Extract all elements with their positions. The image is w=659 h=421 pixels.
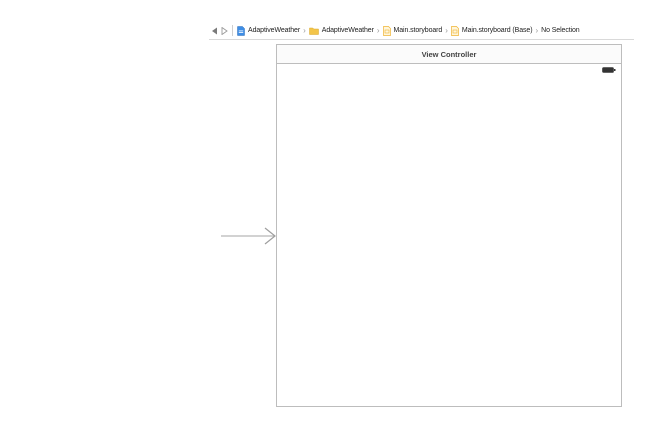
view-controller-scene[interactable]: View Controller xyxy=(276,44,622,407)
breadcrumb-label: AdaptiveWeather xyxy=(321,27,374,34)
storyboard-file-icon xyxy=(451,25,459,36)
chevron-right-icon: › xyxy=(535,25,539,35)
breadcrumb-project[interactable]: AdaptiveWeather xyxy=(237,25,301,36)
breadcrumb-selection[interactable]: No Selection xyxy=(541,27,580,34)
jump-bar: AdaptiveWeather › AdaptiveWeather › Main… xyxy=(209,22,634,40)
chevron-right-icon: › xyxy=(445,25,448,35)
initial-view-controller-arrow-icon[interactable] xyxy=(221,226,277,246)
storyboard-file-icon xyxy=(382,25,391,36)
scene-title-bar[interactable]: View Controller xyxy=(277,45,621,64)
back-button[interactable] xyxy=(209,25,219,37)
scene-title: View Controller xyxy=(421,49,477,59)
chevron-left-icon xyxy=(211,27,217,34)
xcode-project-icon xyxy=(237,25,245,36)
forward-button[interactable] xyxy=(219,25,229,37)
chevron-right-icon: › xyxy=(376,25,380,35)
jump-bar-divider xyxy=(232,25,233,36)
breadcrumb-label: Main.storyboard xyxy=(393,27,443,34)
breadcrumb-storyboard[interactable]: Main.storyboard xyxy=(382,25,443,36)
breadcrumb-label: AdaptiveWeather xyxy=(248,27,301,34)
folder-icon xyxy=(309,27,319,35)
breadcrumb-folder[interactable]: AdaptiveWeather xyxy=(309,27,374,35)
breadcrumb-storyboard-base[interactable]: Main.storyboard (Base) xyxy=(451,25,533,36)
breadcrumb-label: Main.storyboard (Base) xyxy=(461,27,533,34)
chevron-right-icon: › xyxy=(303,25,306,35)
breadcrumb-label: No Selection xyxy=(541,27,580,34)
chevron-right-icon xyxy=(221,26,228,35)
view-canvas[interactable] xyxy=(277,64,621,406)
